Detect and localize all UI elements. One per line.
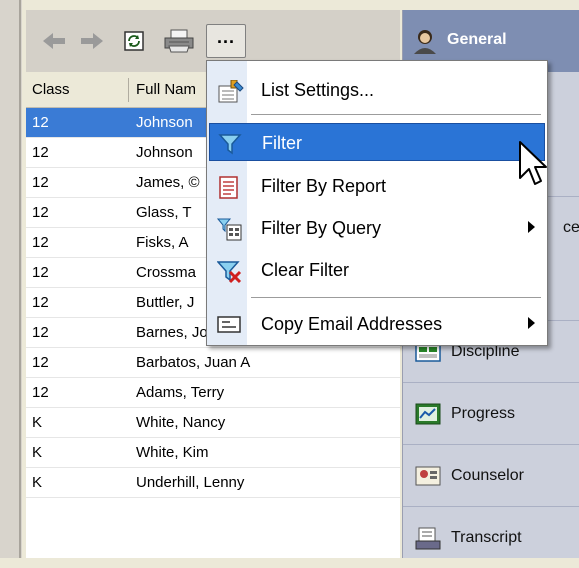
cell-name: Adams, Terry bbox=[136, 384, 225, 401]
nav-item-counselor[interactable]: Counselor bbox=[403, 444, 579, 506]
print-button[interactable] bbox=[160, 24, 198, 58]
menu-item-filter[interactable]: Filter bbox=[209, 123, 545, 161]
cell-class: 12 bbox=[32, 144, 49, 161]
menu-item-label: List Settings... bbox=[261, 80, 375, 100]
refresh-icon bbox=[124, 31, 144, 51]
nav-item-label: ce bbox=[563, 219, 579, 236]
context-menu: List Settings... Filter Filter By Report… bbox=[206, 60, 548, 346]
cell-class: 12 bbox=[32, 354, 49, 371]
cell-class: 12 bbox=[32, 174, 49, 191]
column-header-full-name[interactable]: Full Nam bbox=[136, 72, 196, 108]
cell-name: Glass, T bbox=[136, 204, 192, 221]
table-row[interactable]: 12 Barbatos, Juan A bbox=[26, 348, 400, 378]
query-icon bbox=[217, 218, 242, 241]
cell-name: Buttler, J bbox=[136, 294, 195, 311]
cell-class: 12 bbox=[32, 384, 49, 401]
cell-class: K bbox=[32, 444, 43, 461]
cell-name: James, © bbox=[136, 174, 200, 191]
table-row[interactable]: K White, Nancy bbox=[26, 408, 400, 438]
clear-filter-icon bbox=[217, 261, 242, 284]
back-arrow-icon bbox=[43, 33, 65, 49]
report-icon bbox=[219, 176, 238, 199]
menu-item-label: Clear Filter bbox=[261, 260, 350, 280]
nav-item-progress[interactable]: Progress bbox=[403, 382, 579, 444]
nav-item-label: Progress bbox=[451, 405, 516, 422]
progress-chart-icon bbox=[415, 403, 441, 425]
table-row[interactable]: K White, Kim bbox=[26, 438, 400, 468]
forward-button[interactable] bbox=[74, 24, 110, 58]
menu-item-filter-by-report[interactable]: Filter By Report bbox=[209, 167, 545, 205]
email-icon bbox=[217, 316, 241, 333]
mouse-cursor-icon bbox=[519, 141, 547, 185]
printer-icon bbox=[164, 29, 194, 53]
refresh-button[interactable] bbox=[116, 24, 152, 58]
person-icon bbox=[414, 30, 436, 54]
cell-name: Fisks, A bbox=[136, 234, 189, 251]
menu-item-copy-email-addresses[interactable]: Copy Email Addresses bbox=[209, 305, 545, 343]
cell-name: White, Kim bbox=[136, 444, 209, 461]
cell-class: 12 bbox=[32, 264, 49, 281]
submenu-arrow-icon bbox=[528, 317, 535, 329]
transcript-icon bbox=[415, 527, 441, 550]
column-header-class[interactable]: Class bbox=[32, 72, 70, 108]
menu-item-list-settings[interactable]: List Settings... bbox=[209, 71, 545, 109]
cell-class: 12 bbox=[32, 294, 49, 311]
counselor-icon bbox=[415, 466, 441, 486]
filter-icon bbox=[218, 134, 242, 155]
menu-item-label: Copy Email Addresses bbox=[261, 314, 443, 334]
menu-item-label: Filter By Report bbox=[261, 176, 387, 196]
list-settings-icon bbox=[218, 80, 244, 103]
cell-name: White, Nancy bbox=[136, 414, 226, 431]
cell-name: Johnson bbox=[136, 144, 193, 161]
cell-name: Crossma bbox=[136, 264, 197, 281]
nav-item-label: General bbox=[447, 31, 507, 48]
menu-item-clear-filter[interactable]: Clear Filter bbox=[209, 251, 545, 289]
nav-item-transcript[interactable]: Transcript bbox=[403, 506, 579, 568]
cell-name: Johnson bbox=[136, 114, 193, 131]
nav-item-label: Transcript bbox=[451, 529, 522, 546]
menu-item-label: Filter By Query bbox=[261, 218, 382, 238]
cell-name: Barnes, Joe bbox=[136, 324, 217, 341]
cell-class: 12 bbox=[32, 204, 49, 221]
table-row[interactable]: 12 Adams, Terry bbox=[26, 378, 400, 408]
cell-class: K bbox=[32, 474, 43, 491]
cell-class: K bbox=[32, 414, 43, 431]
cell-class: 12 bbox=[32, 324, 49, 341]
left-strip bbox=[0, 0, 22, 558]
forward-arrow-icon bbox=[81, 33, 103, 49]
submenu-arrow-icon bbox=[528, 221, 535, 233]
cell-class: 12 bbox=[32, 234, 49, 251]
cell-class: 12 bbox=[32, 114, 49, 131]
menu-item-label: Filter bbox=[262, 133, 302, 153]
table-row[interactable]: K Underhill, Lenny bbox=[26, 468, 400, 498]
cell-name: Barbatos, Juan A bbox=[136, 354, 251, 371]
more-options-button[interactable]: ... bbox=[206, 24, 246, 58]
back-button[interactable] bbox=[36, 24, 72, 58]
nav-item-label: Counselor bbox=[451, 467, 524, 484]
cell-name: Underhill, Lenny bbox=[136, 474, 245, 491]
menu-item-filter-by-query[interactable]: Filter By Query bbox=[209, 209, 545, 247]
